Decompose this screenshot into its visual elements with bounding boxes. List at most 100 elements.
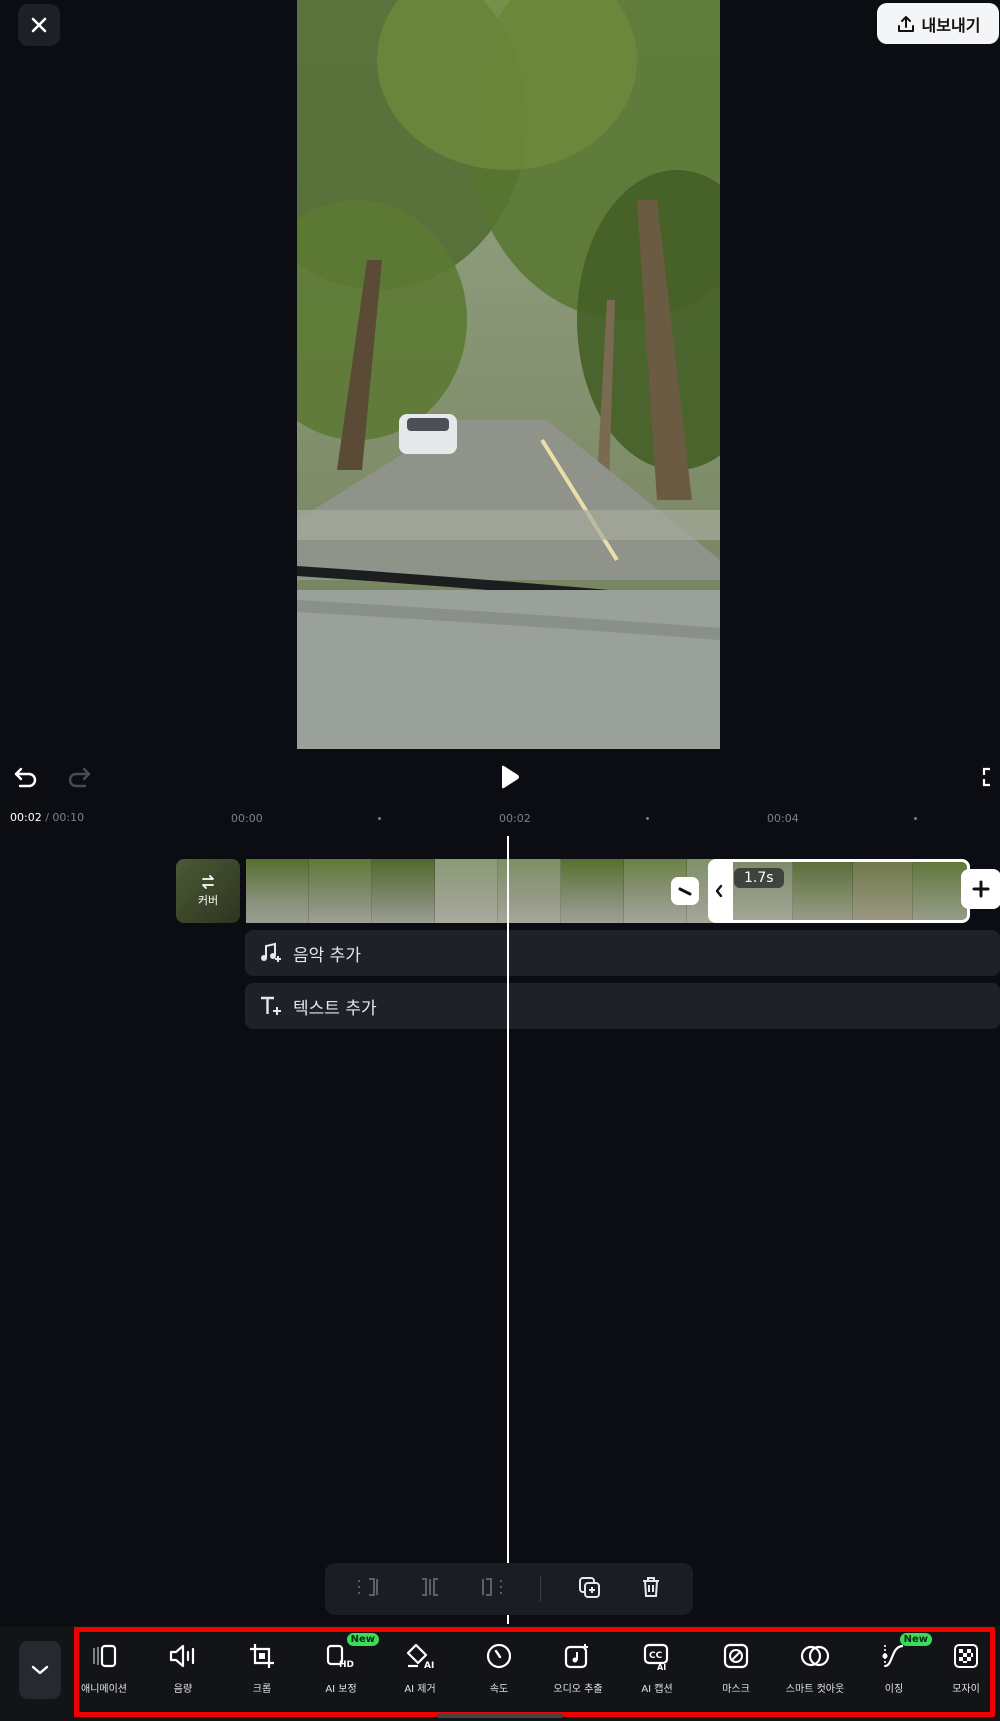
clip-frame <box>435 859 498 923</box>
text-add-icon <box>261 996 281 1015</box>
delete-icon[interactable] <box>639 1575 663 1603</box>
current-time: 00:02 <box>10 811 42 824</box>
redo-button[interactable] <box>65 763 93 791</box>
toolbar-divider <box>540 1576 542 1602</box>
tool-label: 크롭 <box>252 1684 272 1695</box>
play-button[interactable] <box>494 762 524 792</box>
add-music-track[interactable]: 음악 추가 <box>245 930 1000 976</box>
tool-label: AI 제거 <box>404 1684 436 1695</box>
export-label: 내보내기 <box>921 15 981 35</box>
play-icon <box>502 765 519 789</box>
ai-remove-icon: AI <box>404 1640 436 1672</box>
timecode: 00:02 / 00:10 <box>10 811 84 824</box>
new-badge: New <box>899 1633 932 1646</box>
svg-text:HD: HD <box>339 1660 354 1670</box>
clip-trim-handle-left[interactable] <box>708 859 730 923</box>
easing-icon: New <box>878 1633 932 1672</box>
new-badge: New <box>346 1633 379 1646</box>
playhead[interactable] <box>507 836 509 1624</box>
tool-label: 오디오 추출 <box>553 1684 603 1695</box>
tick-dot <box>646 817 649 820</box>
tick-label: 00:04 <box>767 812 799 825</box>
animation-icon <box>88 1640 120 1672</box>
undo-button[interactable] <box>12 763 40 791</box>
swap-icon <box>202 875 214 889</box>
clip-edit-toolbar <box>325 1563 693 1615</box>
tool-label: AI 보정 <box>325 1684 357 1695</box>
tick-label: 00:00 <box>231 812 263 825</box>
split-icon[interactable] <box>417 1576 443 1602</box>
chevron-left-icon <box>715 884 723 898</box>
tool-crop[interactable]: 크롭 <box>222 1640 302 1706</box>
fullscreen-button[interactable] <box>980 763 1000 791</box>
transition-icon <box>678 887 692 896</box>
tool-label: 속도 <box>489 1684 509 1695</box>
add-music-label: 음악 추가 <box>293 945 361 966</box>
undo-icon <box>14 767 37 788</box>
clip-duration-badge: 1.7s <box>734 868 784 888</box>
svg-text:AI: AI <box>424 1661 434 1670</box>
smart-cutout-icon <box>799 1640 831 1672</box>
music-add-icon <box>261 942 281 962</box>
tick-dot <box>378 817 381 820</box>
tool-mosaic[interactable]: 모자이 <box>933 1640 999 1706</box>
close-icon <box>31 17 47 33</box>
duplicate-icon[interactable] <box>577 1575 603 1603</box>
tool-ai-remove[interactable]: AI AI 제거 <box>380 1640 460 1706</box>
clip-frame <box>372 859 435 923</box>
fullscreen-icon <box>982 767 990 787</box>
crop-icon <box>246 1640 278 1672</box>
mask-icon <box>720 1640 752 1672</box>
video-clip-strip[interactable] <box>246 859 716 923</box>
cover-label: 커버 <box>197 894 219 907</box>
upload-icon <box>897 15 914 32</box>
add-clip-button[interactable] <box>961 869 1000 909</box>
collapse-toolbar-button[interactable] <box>19 1641 61 1699</box>
tool-easing[interactable]: New 이징 <box>854 1633 934 1706</box>
preview-frame-image <box>297 0 720 749</box>
clip-frame <box>793 862 853 920</box>
tool-speed[interactable]: 속도 <box>459 1640 539 1706</box>
close-button[interactable] <box>18 4 60 46</box>
tool-ai-caption[interactable]: CC AI AI 캡션 <box>617 1640 697 1706</box>
tool-label: 음량 <box>173 1684 193 1695</box>
tool-mask[interactable]: 마스크 <box>696 1640 776 1706</box>
tool-animation[interactable]: 애니메이션 <box>64 1640 144 1706</box>
clip-frame <box>853 862 913 920</box>
home-indicator <box>437 1714 563 1718</box>
tool-audio-extract[interactable]: 오디오 추출 <box>538 1640 618 1706</box>
tool-smart-cutout[interactable]: 스마트 컷아웃 <box>775 1640 855 1706</box>
add-text-track[interactable]: 텍스트 추가 <box>245 983 1000 1029</box>
tool-volume[interactable]: 음량 <box>143 1640 223 1706</box>
mosaic-icon <box>950 1640 982 1672</box>
video-preview[interactable] <box>297 0 720 749</box>
svg-text:AI: AI <box>657 1663 666 1670</box>
audio-extract-icon <box>562 1640 594 1672</box>
tool-label: 마스크 <box>722 1684 750 1695</box>
tool-label: 모자이 <box>952 1684 980 1695</box>
tick-label: 00:02 <box>499 812 531 825</box>
total-time: / 00:10 <box>41 811 85 824</box>
volume-icon <box>167 1640 199 1672</box>
redo-icon <box>68 767 91 788</box>
tool-label: AI 캡션 <box>641 1684 673 1695</box>
tick-dot <box>914 817 917 820</box>
clip-frame <box>309 859 372 923</box>
transition-button[interactable] <box>671 877 699 905</box>
split-left-icon[interactable] <box>355 1576 381 1602</box>
tool-label: 이징 <box>884 1684 904 1695</box>
chevron-down-icon <box>31 1665 49 1675</box>
speed-icon <box>483 1640 515 1672</box>
tool-ai-enhance[interactable]: HD New AI 보정 <box>301 1633 381 1706</box>
ai-caption-icon: CC AI <box>641 1640 673 1672</box>
plus-icon <box>972 880 990 898</box>
export-button[interactable]: 내보내기 <box>877 3 999 44</box>
ai-enhance-icon: HD New <box>325 1633 379 1672</box>
tool-label: 스마트 컷아웃 <box>785 1684 845 1695</box>
cover-thumbnail[interactable]: 커버 <box>176 859 240 923</box>
svg-text:CC: CC <box>649 1651 663 1661</box>
clip-frame <box>561 859 624 923</box>
clip-frame <box>246 859 309 923</box>
split-right-icon[interactable] <box>479 1576 505 1602</box>
add-text-label: 텍스트 추가 <box>293 998 377 1019</box>
